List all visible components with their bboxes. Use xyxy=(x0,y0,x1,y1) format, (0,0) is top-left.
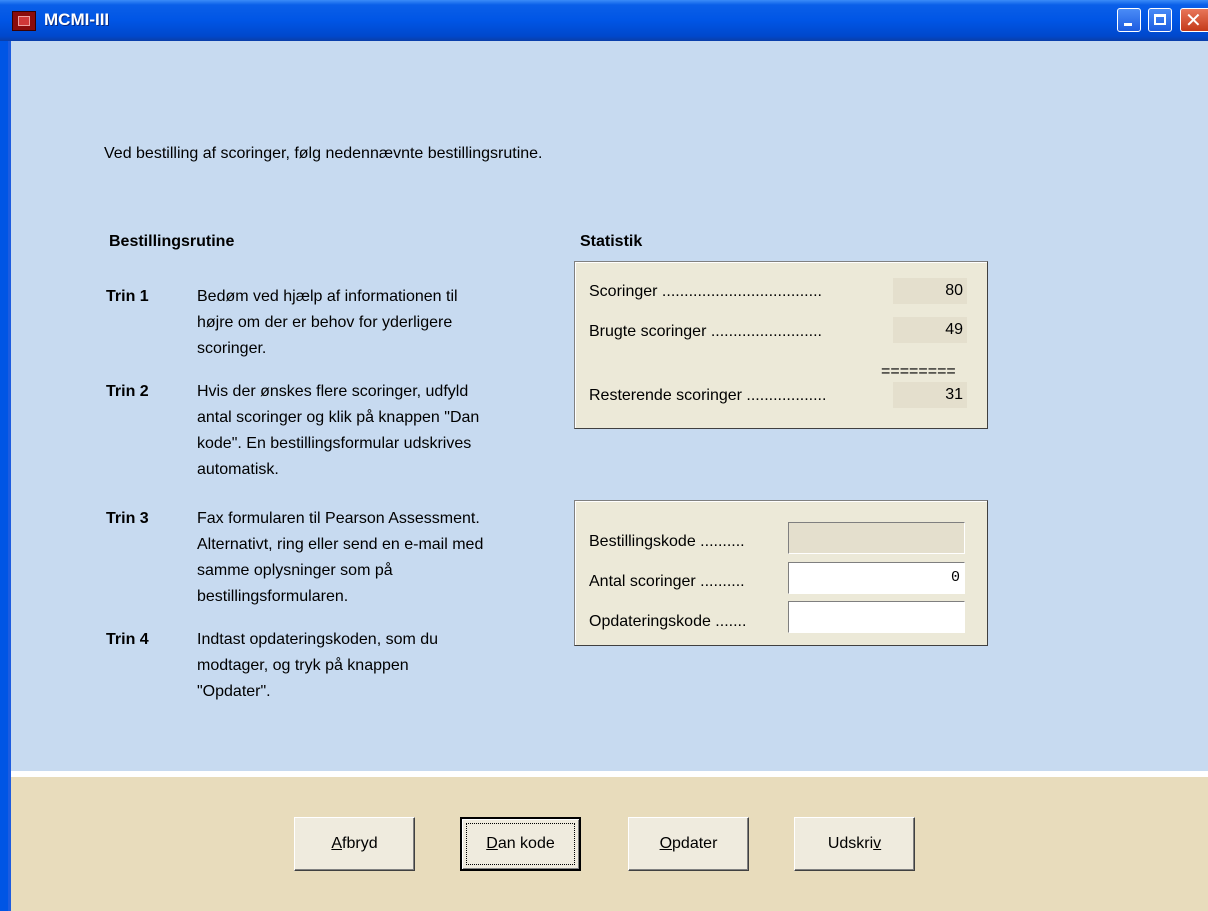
step-text-line: Indtast opdateringskoden, som du xyxy=(197,631,439,648)
main-content: Ved bestilling af scoringer, følg nedenn… xyxy=(11,41,1208,771)
stat-value-resterende: 31 xyxy=(893,382,967,408)
step-text-line: højre om der er behov for yderligere xyxy=(197,314,453,331)
step-text: Fax formularen til Pearson Assessment. A… xyxy=(197,506,567,610)
score-count-label: Antal scoringer .......... xyxy=(589,573,745,590)
print-label-pre: Udskri xyxy=(827,835,874,852)
maximize-button[interactable] xyxy=(1148,8,1172,32)
button-bar xyxy=(11,777,1208,911)
step-text-line: bestillingsformularen. xyxy=(197,588,349,605)
generate-label-post: an kode xyxy=(497,835,555,852)
cancel-button-label: Afbryd xyxy=(331,835,377,852)
step-text: Indtast opdateringskoden, som du modtage… xyxy=(197,627,567,705)
step-label: Trin 1 xyxy=(106,288,149,305)
app-icon[interactable] xyxy=(12,11,36,31)
title-bar[interactable]: MCMI-III ✕ xyxy=(0,0,1208,41)
step-text-line: Bedøm ved hjælp af informationen til xyxy=(197,288,458,305)
order-code-field xyxy=(788,522,965,554)
step-text-line: automatisk. xyxy=(197,461,279,478)
step-text-line: "Opdater". xyxy=(197,683,271,700)
generate-accelerator: D xyxy=(486,835,498,852)
update-code-input[interactable] xyxy=(788,601,965,633)
minimize-button[interactable] xyxy=(1117,8,1141,32)
order-panel: Bestillingskode .......... Antal scoring… xyxy=(574,500,988,646)
intro-text: Ved bestilling af scoringer, følg nedenn… xyxy=(104,145,543,162)
maximize-icon xyxy=(1154,14,1166,25)
update-label-post: pdater xyxy=(672,835,718,852)
step-text-line: Hvis der ønskes flere scoringer, udfyld xyxy=(197,383,469,400)
update-code-label: Opdateringskode ....... xyxy=(589,613,747,630)
step-text: Bedøm ved hjælp af informationen til høj… xyxy=(197,284,567,362)
score-count-input[interactable]: 0 xyxy=(788,562,965,594)
step-text-line: scoringer. xyxy=(197,340,267,357)
generate-code-button[interactable]: Dan kode xyxy=(460,817,581,871)
statistics-panel: Scoringer ..............................… xyxy=(574,261,988,429)
update-button[interactable]: Opdater xyxy=(628,817,749,871)
cancel-label-post: fbryd xyxy=(342,835,378,852)
cancel-accelerator: A xyxy=(331,835,343,852)
stat-value-brugte: 49 xyxy=(893,317,967,343)
cancel-button[interactable]: Afbryd xyxy=(294,817,415,871)
update-button-label: Opdater xyxy=(660,835,718,852)
step-text-line: kode". En bestillingsformular udskrives xyxy=(197,435,472,452)
generate-button-label: Dan kode xyxy=(486,835,555,852)
print-button[interactable]: Udskriv xyxy=(794,817,915,871)
close-button[interactable]: ✕ xyxy=(1180,8,1208,32)
step-label: Trin 3 xyxy=(106,510,149,527)
step-label: Trin 4 xyxy=(106,631,149,648)
stat-value-scoringer: 80 xyxy=(893,278,967,304)
step-text-line: Fax formularen til Pearson Assessment. xyxy=(197,510,480,527)
stat-label-brugte: Brugte scoringer .......................… xyxy=(589,323,822,340)
step-text-line: samme oplysninger som på xyxy=(197,562,393,579)
print-accelerator: v xyxy=(873,835,882,852)
update-accelerator: O xyxy=(659,835,673,852)
step-text-line: modtager, og tryk på knappen xyxy=(197,657,409,674)
application-window: MCMI-III ✕ Ved bestilling af scoringer, … xyxy=(0,0,1208,911)
statistics-heading: Statistik xyxy=(580,233,643,250)
step-text: Hvis der ønskes flere scoringer, udfyld … xyxy=(197,379,567,483)
stat-label-scoringer: Scoringer ..............................… xyxy=(589,283,822,300)
close-icon: ✕ xyxy=(1185,8,1202,32)
steps-heading: Bestillingsrutine xyxy=(109,233,235,250)
stat-label-resterende: Resterende scoringer .................. xyxy=(589,387,827,404)
step-text-line: antal scoringer og klik på knappen "Dan xyxy=(197,409,480,426)
minimize-icon xyxy=(1124,23,1132,26)
window-title: MCMI-III xyxy=(44,10,110,29)
order-code-label: Bestillingskode .......... xyxy=(589,533,745,550)
step-label: Trin 2 xyxy=(106,383,149,400)
sum-separator: ======== xyxy=(881,363,956,380)
print-button-label: Udskriv xyxy=(828,835,881,852)
window-border xyxy=(0,41,11,911)
step-text-line: Alternativt, ring eller send en e-mail m… xyxy=(197,536,484,553)
